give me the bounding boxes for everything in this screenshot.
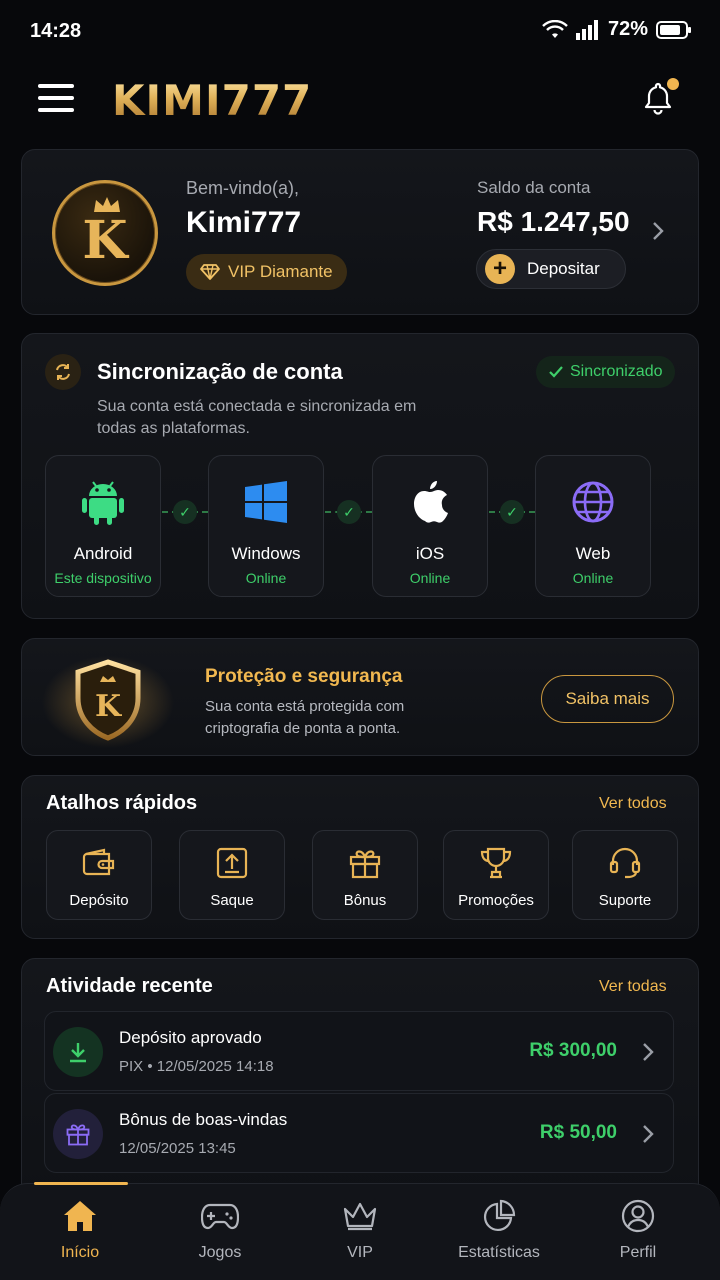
platform-name: Android: [73, 544, 133, 563]
nav-games[interactable]: Jogos: [160, 1196, 280, 1262]
nav-label: Estatísticas: [458, 1244, 540, 1261]
home-icon: [64, 1201, 96, 1231]
learn-more-button[interactable]: Saiba mais: [541, 675, 674, 723]
username: Kimi777: [186, 206, 302, 239]
platform-web[interactable]: Web Online: [535, 455, 651, 597]
shortcut-promotions[interactable]: Promoções: [443, 830, 549, 920]
balance-value: R$ 1.247,50: [477, 206, 630, 237]
sync-icon: [45, 354, 81, 390]
shortcut-label: Depósito: [69, 892, 129, 909]
gift-icon: [53, 1109, 103, 1159]
activity-title-text: Depósito aprovado: [119, 1028, 262, 1047]
sync-description: Sua conta está conectada e sincronizada …: [97, 398, 417, 437]
link-check-icon: ✓: [337, 500, 361, 524]
vip-label: VIP Diamante: [228, 262, 333, 281]
chevron-right-icon[interactable]: [650, 220, 666, 242]
status-time: 14:28: [30, 20, 82, 42]
shortcuts-see-all[interactable]: Ver todos: [599, 795, 667, 813]
nav-stats[interactable]: Estatísticas: [439, 1196, 559, 1262]
platform-status: Online: [572, 570, 614, 586]
pie-chart-icon: [484, 1199, 516, 1231]
activity-amount: R$ 300,00: [529, 1040, 617, 1061]
shortcut-label: Bônus: [343, 892, 387, 909]
shortcut-bonus[interactable]: Bônus: [312, 830, 418, 920]
shield-letter: K: [95, 689, 122, 724]
platform-windows[interactable]: Windows Online: [208, 455, 324, 597]
check-icon: [549, 366, 563, 378]
signal-icon: [575, 19, 598, 40]
link-check-icon: ✓: [500, 500, 524, 524]
diamond-icon: [200, 264, 220, 280]
wifi-icon: [542, 19, 568, 38]
platform-name: Windows: [231, 544, 301, 563]
activity-title-text: Bônus de boas-vindas: [119, 1110, 288, 1129]
shortcut-support[interactable]: Suporte: [572, 830, 678, 920]
platform-status: Online: [245, 570, 287, 586]
platform-status: Online: [409, 570, 451, 586]
battery-icon: [656, 20, 691, 39]
shortcut-deposit[interactable]: Depósito: [46, 830, 152, 920]
security-title: Proteção e segurança: [205, 666, 403, 687]
status-icons: 72%: [542, 18, 692, 41]
nav-label: Jogos: [198, 1244, 242, 1261]
activity-item[interactable]: Bônus de boas-vindas 12/05/2025 13:45 R$…: [44, 1093, 674, 1173]
chevron-right-icon: [643, 1125, 654, 1143]
wallet-icon: [82, 848, 115, 876]
crown-icon: [94, 197, 120, 212]
shortcut-withdraw[interactable]: Saque: [179, 830, 285, 920]
trophy-icon: [480, 847, 512, 879]
nav-label: VIP: [347, 1244, 373, 1261]
deposit-label: Depositar: [527, 259, 600, 278]
security-description: Sua conta está protegida com criptografi…: [205, 698, 405, 737]
nav-home[interactable]: Início: [20, 1196, 140, 1262]
activity-amount: R$ 50,00: [539, 1122, 617, 1143]
plus-icon: +: [485, 254, 515, 284]
nav-active-indicator: [34, 1182, 128, 1185]
sync-title: Sincronização de conta: [97, 359, 343, 384]
android-icon: [82, 481, 124, 525]
platform-ios[interactable]: iOS Online: [372, 455, 488, 597]
download-icon: [53, 1027, 103, 1077]
app-logo: KIMI777: [112, 76, 313, 125]
platform-name: Web: [575, 544, 611, 563]
windows-icon: [245, 481, 287, 523]
activity-item[interactable]: Depósito aprovado PIX • 12/05/2025 14:18…: [44, 1011, 674, 1091]
nav-label: Início: [60, 1244, 100, 1261]
activity-see-all[interactable]: Ver todas: [599, 978, 667, 996]
platform-android[interactable]: Android Este dispositivo: [45, 455, 161, 597]
vip-badge[interactable]: VIP Diamante: [186, 254, 347, 290]
activity-title: Atividade recente: [46, 975, 213, 997]
shortcuts-title: Atalhos rápidos: [46, 792, 198, 814]
gift-icon: [349, 850, 381, 879]
deposit-button[interactable]: + Depositar: [476, 249, 626, 289]
synced-label: Sincronizado: [570, 363, 663, 380]
nav-profile[interactable]: Perfil: [578, 1196, 698, 1262]
apple-icon: [414, 481, 448, 523]
shortcut-label: Saque: [210, 892, 254, 909]
chevron-right-icon: [643, 1043, 654, 1061]
headset-icon: [609, 847, 641, 879]
platform-name: iOS: [415, 544, 445, 563]
platform-status: Este dispositivo: [54, 570, 152, 586]
activity-subtitle: 12/05/2025 13:45: [119, 1140, 236, 1157]
shortcut-label: Promoções: [458, 892, 534, 909]
welcome-text: Bem-vindo(a),: [186, 178, 300, 198]
nav-vip[interactable]: VIP: [300, 1196, 420, 1262]
globe-icon: [572, 481, 614, 523]
shield-icon: K: [42, 656, 174, 748]
synced-badge: Sincronizado: [536, 356, 675, 388]
link-check-icon: ✓: [173, 500, 197, 524]
user-icon: [621, 1199, 655, 1233]
balance-label: Saldo da conta: [477, 178, 591, 197]
menu-button[interactable]: [38, 84, 74, 112]
crown-icon: [343, 1202, 377, 1231]
upload-icon: [216, 847, 248, 879]
gamepad-icon: [201, 1203, 239, 1230]
nav-label: Perfil: [619, 1244, 657, 1261]
activity-subtitle: PIX • 12/05/2025 14:18: [119, 1058, 274, 1075]
notification-dot: [667, 78, 679, 90]
shortcut-label: Suporte: [598, 892, 652, 909]
battery-percent: 72%: [607, 18, 648, 40]
